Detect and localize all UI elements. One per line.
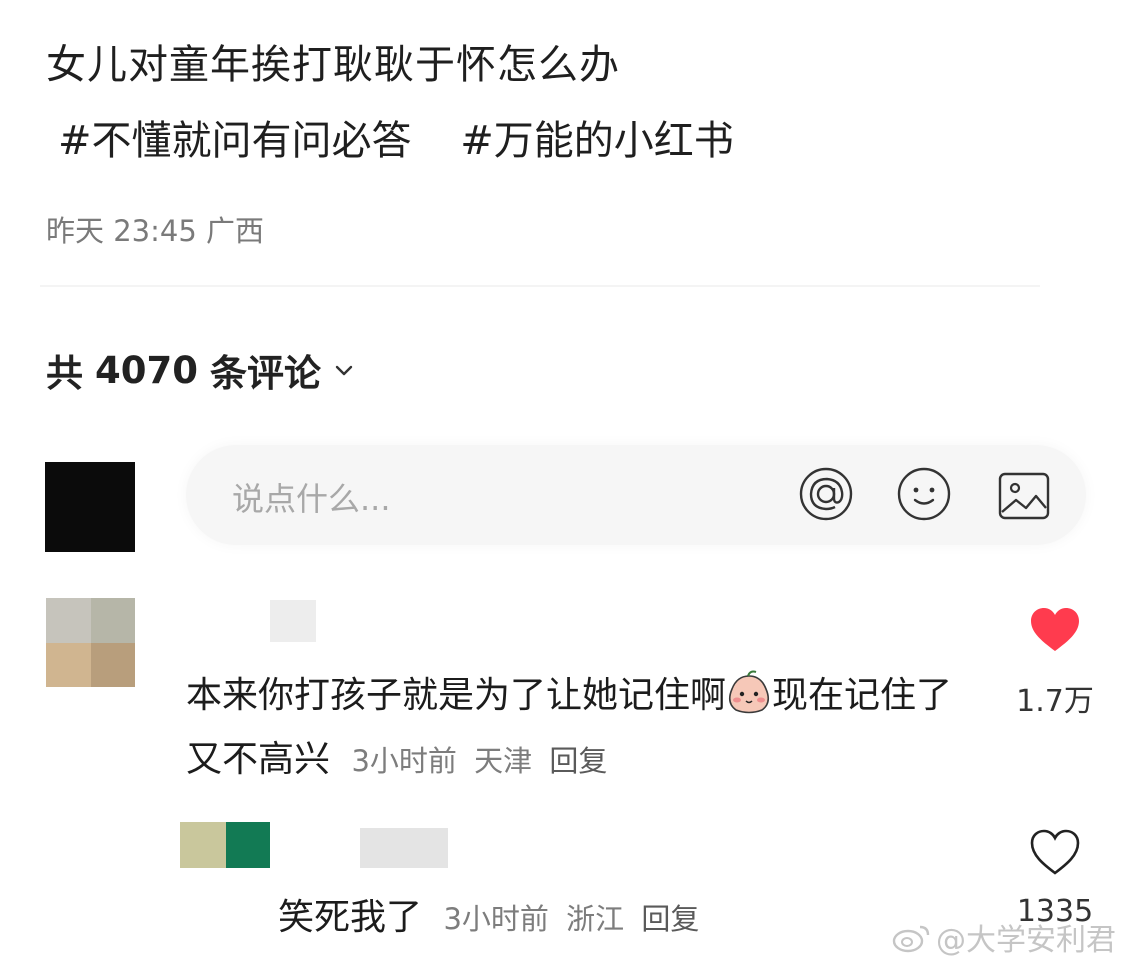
post-meta: 昨天 23:45 广西 [46, 208, 264, 250]
post-location: 广西 [206, 214, 265, 248]
at-icon[interactable] [798, 466, 854, 522]
post-time: 昨天 23:45 [46, 214, 197, 248]
comment-meta: 3小时前 天津 回复 [351, 744, 607, 778]
comment-count-number: 4070 [95, 348, 198, 392]
chevron-down-icon[interactable] [333, 359, 355, 381]
current-user-avatar [45, 462, 135, 552]
comment-text: 笑死我了 3小时前 浙江 回复 [278, 888, 699, 940]
hashtag-link[interactable]: #不懂就问有问必答 [58, 118, 412, 164]
like-count: 1.7万 [1016, 684, 1094, 719]
comment-count-prefix: 共 [46, 352, 83, 395]
image-icon[interactable] [996, 468, 1052, 524]
smiley-icon[interactable] [896, 466, 952, 522]
comment-text-part: 笑死我了 [278, 897, 423, 938]
like-column: 1.7万 [1005, 606, 1105, 720]
watermark-text: @大学安利君 [936, 923, 1116, 958]
face-emoji-icon [728, 670, 770, 714]
weibo-logo-icon [892, 925, 930, 953]
comment-time: 3小时前 [351, 744, 457, 778]
heart-outline-icon[interactable] [1029, 828, 1081, 876]
comment-time: 3小时前 [443, 902, 549, 936]
commenter-avatar[interactable] [46, 598, 135, 687]
like-column: 1335 [1005, 828, 1105, 929]
comment-input[interactable]: 说点什么... [232, 474, 391, 520]
commenter-name[interactable] [360, 828, 448, 868]
post-title: 女儿对童年挨打耿耿于怀怎么办 [46, 42, 620, 88]
hashtag-link[interactable]: #万能的小红书 [460, 118, 734, 164]
comment-location: 天津 [474, 744, 533, 778]
heart-filled-icon[interactable] [1029, 606, 1081, 654]
reply-button[interactable]: 回复 [641, 902, 699, 936]
comment-text-part: 本来你打孩子就是为了让她记住啊 [186, 675, 727, 716]
comment-count-sort[interactable]: 共 4070 条评论 [46, 343, 355, 397]
watermark: @大学安利君 [892, 915, 1116, 959]
comment-count-suffix: 条评论 [209, 352, 321, 395]
reply-button[interactable]: 回复 [549, 744, 607, 778]
divider [40, 285, 1040, 287]
hashtag-list: #不懂就问有问必答 #万能的小红书 [58, 108, 734, 166]
comment-location: 浙江 [566, 902, 625, 936]
commenter-avatar[interactable] [180, 822, 270, 868]
comment-meta: 3小时前 浙江 回复 [443, 902, 699, 936]
comment-text: 本来你打孩子就是为了让她记住啊 现在记住了又不高兴 3小时前 天津 回复 [186, 664, 986, 793]
commenter-name[interactable] [270, 600, 316, 642]
